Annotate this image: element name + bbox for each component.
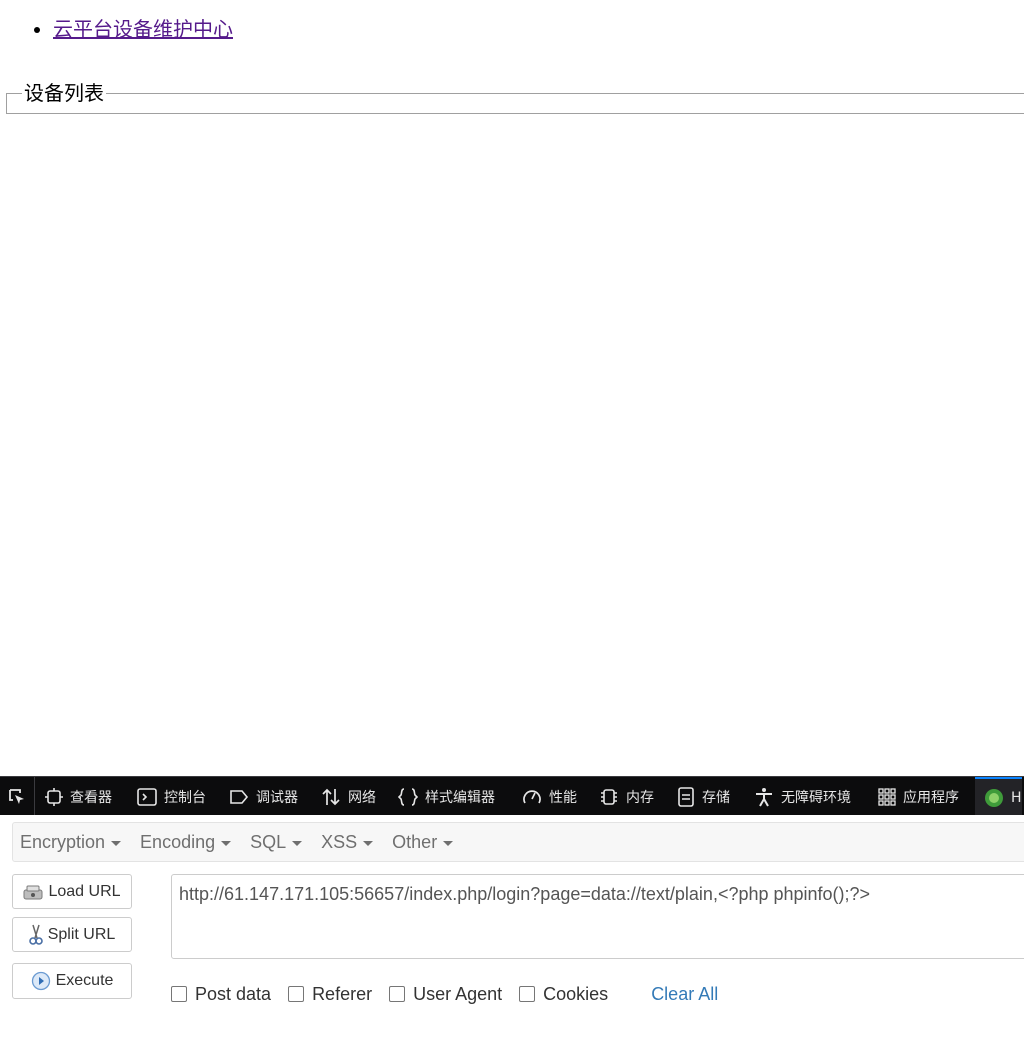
nav-list: 云平台设备维护中心: [34, 12, 233, 46]
menu-label: Encryption: [20, 831, 106, 852]
tab-application[interactable]: 应用程序: [878, 777, 959, 816]
split-url-button[interactable]: Split URL: [12, 917, 132, 952]
style-editor-icon: [398, 787, 418, 806]
option-label: User Agent: [413, 983, 503, 1004]
button-label: Split URL: [47, 925, 116, 943]
browser-viewport: 云平台设备维护中心 设备列表 查看器 控制台: [0, 0, 1024, 1044]
inspector-icon: [45, 787, 63, 806]
url-input[interactable]: http://61.147.171.105:56657/index.php/lo…: [171, 874, 1024, 959]
menu-label: XSS: [321, 831, 358, 852]
tab-label: 网络: [348, 789, 376, 806]
accessibility-icon: [756, 787, 772, 806]
tab-performance[interactable]: 性能: [522, 777, 577, 816]
menu-encryption[interactable]: Encryption: [13, 832, 133, 853]
option-label: Cookies: [543, 983, 609, 1004]
hackbar-panel: Encryption Encoding SQL XSS Other Load U…: [0, 815, 1024, 1044]
play-icon: [31, 971, 50, 991]
memory-icon: [601, 788, 617, 805]
cookies-option[interactable]: Cookies: [519, 984, 608, 1005]
performance-icon: [523, 789, 541, 803]
menu-encoding[interactable]: Encoding: [133, 832, 243, 853]
post-data-option[interactable]: Post data: [171, 984, 271, 1005]
tab-label: 调试器: [256, 789, 298, 806]
menu-sql[interactable]: SQL: [243, 832, 314, 853]
caret-down-icon: [363, 840, 374, 846]
button-label: Load URL: [48, 882, 121, 900]
debugger-icon: [230, 789, 249, 804]
user-agent-option[interactable]: User Agent: [389, 984, 502, 1005]
option-label: Post data: [195, 983, 272, 1004]
cookies-checkbox[interactable]: [519, 986, 536, 1002]
element-picker-icon: [9, 788, 24, 804]
post-data-checkbox[interactable]: [171, 986, 187, 1002]
device-list-fieldset: 设备列表: [6, 80, 1024, 114]
tab-label: 样式编辑器: [425, 789, 495, 806]
user-agent-checkbox[interactable]: [389, 986, 406, 1002]
menu-other[interactable]: Other: [385, 832, 465, 853]
tab-label: 无障碍环境: [781, 789, 851, 806]
tab-style-editor[interactable]: 样式编辑器: [398, 777, 495, 816]
tab-label: H: [1011, 789, 1022, 806]
devtools-toolbar: 查看器 控制台 调试器 网络 样式编辑器 性能 内存 存储 无障碍环境 应用程序…: [0, 776, 1024, 816]
tab-label: 查看器: [70, 789, 112, 806]
menu-xss[interactable]: XSS: [314, 832, 385, 853]
clear-all-link[interactable]: Clear All: [651, 984, 718, 1005]
application-icon: [878, 787, 896, 806]
execute-button[interactable]: Execute: [12, 963, 132, 999]
tab-label: 应用程序: [903, 789, 959, 806]
load-url-icon: [23, 885, 43, 899]
caret-down-icon: [443, 840, 454, 846]
referer-checkbox[interactable]: [288, 986, 305, 1002]
menu-label: SQL: [250, 831, 287, 852]
device-list-legend: 设备列表: [24, 81, 104, 105]
menu-label: Other: [392, 831, 438, 852]
menu-label: Encoding: [140, 831, 216, 852]
caret-down-icon: [111, 840, 122, 846]
hackbar-icon: [985, 788, 1003, 807]
maintenance-center-link[interactable]: 云平台设备维护中心: [53, 17, 233, 41]
tab-debugger[interactable]: 调试器: [229, 777, 298, 816]
caret-down-icon: [221, 840, 232, 846]
button-label: Execute: [55, 972, 114, 989]
nav-list-item: 云平台设备维护中心: [53, 12, 233, 46]
tab-label: 内存: [626, 789, 654, 806]
element-picker-button[interactable]: [0, 777, 35, 816]
network-icon: [322, 788, 340, 805]
request-options: Post data Referer User Agent Cookies Cle…: [171, 981, 718, 1007]
tab-inspector[interactable]: 查看器: [45, 777, 112, 816]
tab-label: 性能: [549, 789, 577, 806]
caret-down-icon: [292, 840, 303, 846]
hackbar-menu: Encryption Encoding SQL XSS Other: [12, 822, 1024, 862]
option-label: Referer: [312, 983, 373, 1004]
referer-option[interactable]: Referer: [288, 984, 372, 1005]
console-icon: [137, 787, 157, 806]
storage-icon: [678, 786, 694, 807]
tab-accessibility[interactable]: 无障碍环境: [754, 777, 851, 816]
tab-console[interactable]: 控制台: [137, 777, 206, 816]
tab-storage[interactable]: 存储: [677, 777, 730, 816]
load-url-button[interactable]: Load URL: [12, 874, 132, 909]
tab-network[interactable]: 网络: [321, 777, 376, 816]
scissors-icon: [28, 924, 43, 945]
tab-label: 控制台: [164, 789, 206, 806]
tab-label: 存储: [702, 789, 730, 806]
tab-memory[interactable]: 内存: [599, 777, 654, 816]
tab-hackbar[interactable]: H: [975, 777, 1022, 816]
